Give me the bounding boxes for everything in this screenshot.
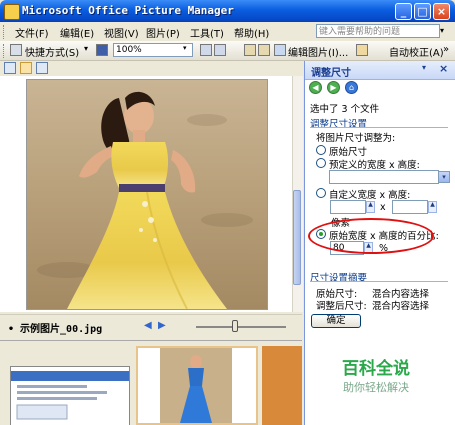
shortcut-icon: [10, 44, 22, 56]
rotate-right-icon[interactable]: [258, 44, 270, 56]
window-title: Microsoft Office Picture Manager: [22, 4, 234, 17]
main-photo: [26, 79, 268, 310]
watermark-title: 百科全说: [342, 359, 410, 379]
menu-edit[interactable]: 编辑(E): [60, 25, 94, 40]
picture-manager-window: Microsoft Office Picture Manager _ □ × 文…: [0, 0, 455, 425]
thumbnail-view-icon[interactable]: [4, 62, 16, 74]
radio-original-size[interactable]: [316, 145, 326, 155]
help-search-input[interactable]: 键入需要帮助的问题: [316, 24, 440, 38]
filmstrip-thumbnail-1[interactable]: [10, 366, 130, 425]
edit-picture-icon: [274, 44, 286, 56]
help-dropdown-icon[interactable]: ▾: [440, 24, 450, 38]
task-pane-close-icon[interactable]: ×: [439, 62, 448, 75]
task-pane-title: 调整尺寸: [311, 68, 351, 79]
adjusted-size-value: 混合内容选择: [372, 301, 430, 312]
summary-divider: [310, 281, 448, 282]
home-icon[interactable]: ⌂: [345, 81, 358, 94]
predefined-size-select[interactable]: [329, 170, 439, 184]
thumbnail-1-image: [11, 367, 129, 425]
custom-size-x-label: x: [380, 202, 386, 213]
menu-view[interactable]: 视图(V): [104, 25, 139, 40]
edit-picture-button[interactable]: 编辑图片(I)...: [288, 44, 348, 59]
filmstrip-thumbnail-2[interactable]: [136, 346, 258, 425]
predefined-size-dropdown-icon[interactable]: ▾: [438, 171, 450, 183]
zoom-select[interactable]: 100%: [113, 43, 193, 57]
menu-file[interactable]: 文件(F): [15, 25, 49, 40]
selected-files-text: 选中了 3 个文件: [310, 104, 380, 115]
task-pane-menu-icon[interactable]: ▾: [422, 63, 426, 72]
thumbnail-2-image: [138, 348, 256, 423]
rotate-left-icon[interactable]: [244, 44, 256, 56]
custom-width-input[interactable]: [330, 200, 366, 214]
zoom-dropdown-icon[interactable]: ▾: [183, 44, 187, 52]
radio-custom-size[interactable]: [316, 188, 326, 198]
main-photo-image: [27, 80, 267, 309]
shortcut-dropdown-icon[interactable]: ▾: [84, 44, 88, 53]
predefined-size-option-label: 预定义的宽度 x 高度:: [329, 160, 420, 171]
forward-icon[interactable]: ▶: [327, 81, 340, 94]
minimize-button[interactable]: _: [395, 3, 412, 20]
settings-divider: [310, 127, 448, 128]
auto-correct-button[interactable]: 自动校正(A): [389, 44, 444, 59]
current-filename: • 示例图片_00.jpg: [8, 324, 103, 335]
custom-height-spinner-icon[interactable]: ▲: [428, 201, 437, 213]
ok-button[interactable]: 确定: [311, 314, 361, 328]
maximize-button[interactable]: □: [414, 3, 431, 20]
annotation-ellipse: [308, 218, 434, 254]
previous-picture-icon[interactable]: ◀: [144, 320, 152, 331]
shortcut-button[interactable]: 快捷方式(S): [25, 44, 79, 59]
watermark-subtitle: 助你轻松解决: [343, 381, 409, 394]
viewer-scroll-thumb[interactable]: [293, 190, 301, 285]
next-picture-icon[interactable]: ▶: [158, 320, 166, 331]
toolbar-more-icon[interactable]: »: [443, 44, 449, 55]
menu-help[interactable]: 帮助(H): [234, 25, 269, 40]
menu-picture[interactable]: 图片(P): [146, 25, 180, 40]
menu-tools[interactable]: 工具(T): [190, 25, 224, 40]
custom-width-spinner-icon[interactable]: ▲: [366, 201, 375, 213]
back-icon[interactable]: ◀: [309, 81, 322, 94]
custom-size-option-label: 自定义宽度 x 高度:: [329, 190, 411, 201]
toolbar-grip[interactable]: [3, 44, 6, 58]
save-icon[interactable]: [96, 44, 108, 56]
radio-predefined-size[interactable]: [316, 158, 326, 168]
menu-grip[interactable]: [3, 25, 6, 39]
adjusted-size-label: 调整后尺寸:: [316, 301, 367, 312]
app-icon: [4, 4, 20, 20]
resize-to-label: 将图片尺寸调整为:: [316, 133, 396, 144]
custom-height-input[interactable]: [392, 200, 428, 214]
zoom-out-icon[interactable]: [214, 44, 226, 56]
auto-correct-icon: [356, 44, 368, 56]
filmstrip-view-icon[interactable]: [20, 62, 32, 74]
close-button[interactable]: ×: [433, 3, 450, 20]
zoom-slider-track[interactable]: [196, 326, 286, 328]
zoom-slider-thumb[interactable]: [232, 320, 238, 332]
single-picture-view-icon[interactable]: [36, 62, 48, 74]
zoom-in-icon[interactable]: [200, 44, 212, 56]
original-size-option-label: 原始尺寸: [329, 147, 368, 158]
filmstrip-thumbnail-3[interactable]: [262, 346, 302, 425]
